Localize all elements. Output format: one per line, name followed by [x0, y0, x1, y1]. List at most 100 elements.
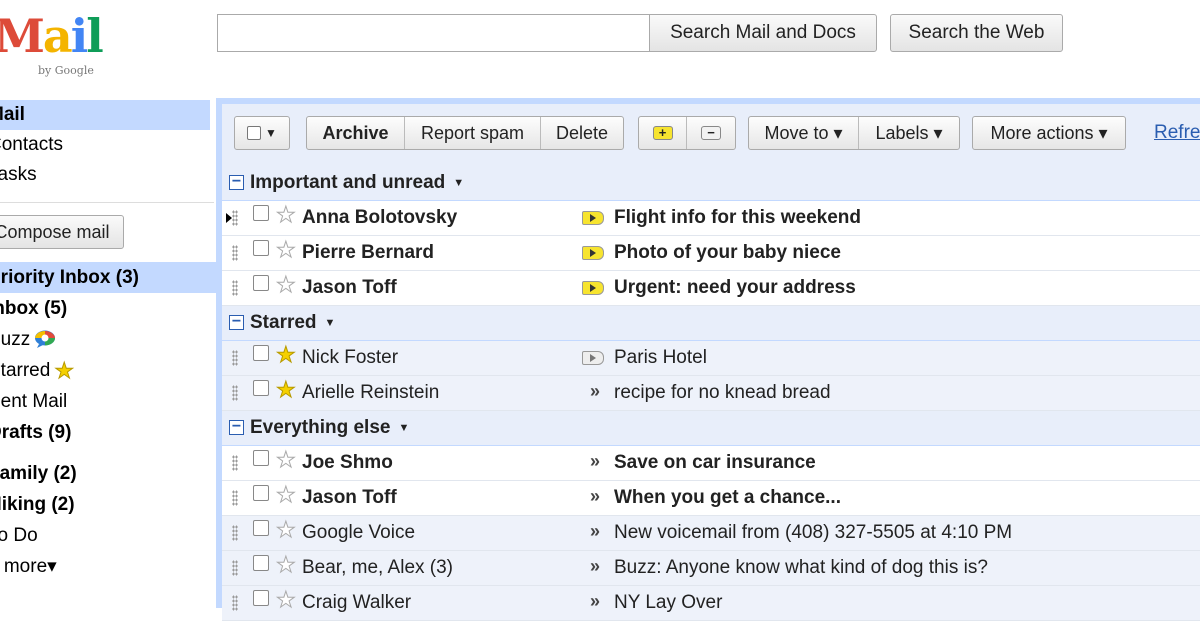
folder-label: Priority Inbox (3) — [0, 267, 139, 288]
chevron-right-icon[interactable]: » — [590, 556, 600, 577]
label-to-do[interactable]: To Do — [0, 520, 216, 551]
message-row[interactable]: ★ Joe Shmo » Save on car insurance — [222, 446, 1200, 481]
star-icon[interactable]: ★ — [276, 377, 297, 402]
more-actions-button[interactable]: More actions ▾ — [973, 117, 1125, 149]
select-all-checkbox[interactable] — [247, 126, 262, 140]
collapse-icon[interactable]: − — [229, 174, 244, 190]
row-checkbox[interactable] — [253, 205, 269, 221]
labels-more-link[interactable]: 3 more▾ — [0, 551, 216, 582]
message-row[interactable]: ★ Craig Walker » NY Lay Over — [222, 586, 1200, 621]
important-marker-icon[interactable] — [582, 281, 604, 295]
drag-handle-icon[interactable] — [232, 490, 238, 506]
mark-important-button[interactable]: + — [639, 117, 687, 149]
mark-not-important-button[interactable]: − — [687, 117, 735, 149]
message-row[interactable]: ★ Bear, me, Alex (3) » Buzz: Anyone know wh… — [222, 551, 1200, 586]
folder-buzz[interactable]: Buzz — [0, 324, 216, 355]
chevron-down-icon[interactable]: ▼ — [453, 177, 464, 189]
folder-sent-mail[interactable]: Sent Mail — [0, 386, 216, 417]
message-sender: Joe Shmo — [302, 452, 393, 473]
row-checkbox[interactable] — [253, 590, 269, 606]
star-icon: ★ — [54, 358, 75, 384]
important-marker-icon[interactable] — [582, 246, 604, 260]
search-mail-button[interactable]: Search Mail and Docs — [649, 14, 877, 52]
chevron-down-icon[interactable]: ▼ — [398, 422, 409, 434]
move-label-group: Move to ▾ Labels ▾ — [748, 116, 960, 150]
star-icon[interactable]: ★ — [276, 587, 297, 612]
chevron-down-icon[interactable]: ▼ — [325, 317, 336, 329]
message-subject: NY Lay Over — [614, 592, 723, 613]
nav-contacts[interactable]: Contacts — [0, 130, 210, 160]
collapse-icon[interactable]: − — [229, 314, 244, 330]
drag-handle-icon[interactable] — [232, 525, 238, 541]
chevron-right-icon[interactable]: » — [590, 521, 600, 542]
message-row[interactable]: ★ Anna Bolotovsky Flight info for this wee… — [222, 201, 1200, 236]
report-spam-button[interactable]: Report spam — [405, 117, 541, 149]
buzz-icon — [35, 330, 56, 348]
folder-drafts[interactable]: Drafts (9) — [0, 417, 216, 448]
star-icon[interactable]: ★ — [276, 552, 297, 577]
chevron-right-icon[interactable]: » — [590, 451, 600, 472]
message-row[interactable]: ★ Google Voice » New voicemail from (408) 3… — [222, 516, 1200, 551]
message-row[interactable]: ★ Jason Toff » When you get a chance... — [222, 481, 1200, 516]
drag-handle-icon[interactable] — [232, 385, 238, 401]
select-dropdown[interactable]: ▼ — [234, 116, 290, 150]
star-icon[interactable]: ★ — [276, 202, 297, 227]
archive-button[interactable]: Archive — [307, 117, 405, 149]
label-text: Hiking (2) — [0, 494, 75, 515]
move-to-button[interactable]: Move to ▾ — [749, 117, 859, 149]
important-marker-icon[interactable] — [582, 351, 604, 365]
important-marker-icon[interactable] — [582, 211, 604, 225]
message-row[interactable]: ★ Nick Foster Paris Hotel — [222, 341, 1200, 376]
folder-label: Starred — [0, 360, 51, 381]
folder-starred[interactable]: Starred★ — [0, 355, 216, 386]
delete-button[interactable]: Delete — [541, 117, 623, 149]
star-icon[interactable]: ★ — [276, 272, 297, 297]
row-checkbox[interactable] — [253, 345, 269, 361]
row-checkbox[interactable] — [253, 555, 269, 571]
row-checkbox[interactable] — [253, 520, 269, 536]
star-icon[interactable]: ★ — [276, 517, 297, 542]
labels-button[interactable]: Labels ▾ — [859, 117, 959, 149]
drag-handle-icon[interactable] — [232, 280, 238, 296]
chevron-right-icon[interactable]: » — [590, 486, 600, 507]
row-checkbox[interactable] — [253, 275, 269, 291]
section-header[interactable]: − Everything else ▼ — [222, 411, 1200, 446]
gmail-logo[interactable]: Mail by Google — [0, 8, 114, 80]
section-header[interactable]: − Starred ▼ — [222, 306, 1200, 341]
nav-mail-label: Mail — [0, 104, 25, 125]
star-icon[interactable]: ★ — [276, 237, 297, 262]
message-row[interactable]: ★ Jason Toff Urgent: need your address — [222, 271, 1200, 306]
chevron-right-icon[interactable]: » — [590, 381, 600, 402]
row-checkbox[interactable] — [253, 380, 269, 396]
drag-handle-icon[interactable] — [232, 560, 238, 576]
drag-handle-icon[interactable] — [232, 350, 238, 366]
nav-tasks[interactable]: Tasks — [0, 160, 210, 190]
chevron-right-icon[interactable]: » — [590, 591, 600, 612]
message-row[interactable]: ★ Pierre Bernard Photo of your baby niece — [222, 236, 1200, 271]
message-row[interactable]: ★ Arielle Reinstein » recipe for no knead b… — [222, 376, 1200, 411]
collapse-icon[interactable]: − — [229, 419, 244, 435]
search-input[interactable] — [217, 14, 649, 52]
search-web-button[interactable]: Search the Web — [890, 14, 1063, 52]
row-checkbox[interactable] — [253, 240, 269, 256]
label-family[interactable]: Family (2) — [0, 458, 216, 489]
section-title: Important and unread — [250, 172, 446, 193]
star-icon[interactable]: ★ — [276, 447, 297, 472]
logo-byline: by Google — [38, 64, 94, 77]
refresh-link[interactable]: Refresh — [1154, 122, 1200, 144]
nav-mail[interactable]: Mail — [0, 100, 210, 130]
section-header[interactable]: − Important and unread ▼ — [222, 166, 1200, 201]
drag-handle-icon[interactable] — [232, 210, 238, 226]
drag-handle-icon[interactable] — [232, 455, 238, 471]
star-icon[interactable]: ★ — [276, 482, 297, 507]
row-checkbox[interactable] — [253, 450, 269, 466]
compose-mail-button[interactable]: Compose mail — [0, 215, 124, 249]
folder-priority-inbox[interactable]: Priority Inbox (3) — [0, 262, 216, 293]
drag-handle-icon[interactable] — [232, 245, 238, 261]
drag-handle-icon[interactable] — [232, 595, 238, 611]
star-icon[interactable]: ★ — [276, 342, 297, 367]
action-group: Archive Report spam Delete — [306, 116, 624, 150]
row-checkbox[interactable] — [253, 485, 269, 501]
label-hiking[interactable]: Hiking (2) — [0, 489, 216, 520]
folder-inbox[interactable]: Inbox (5) — [0, 293, 216, 324]
